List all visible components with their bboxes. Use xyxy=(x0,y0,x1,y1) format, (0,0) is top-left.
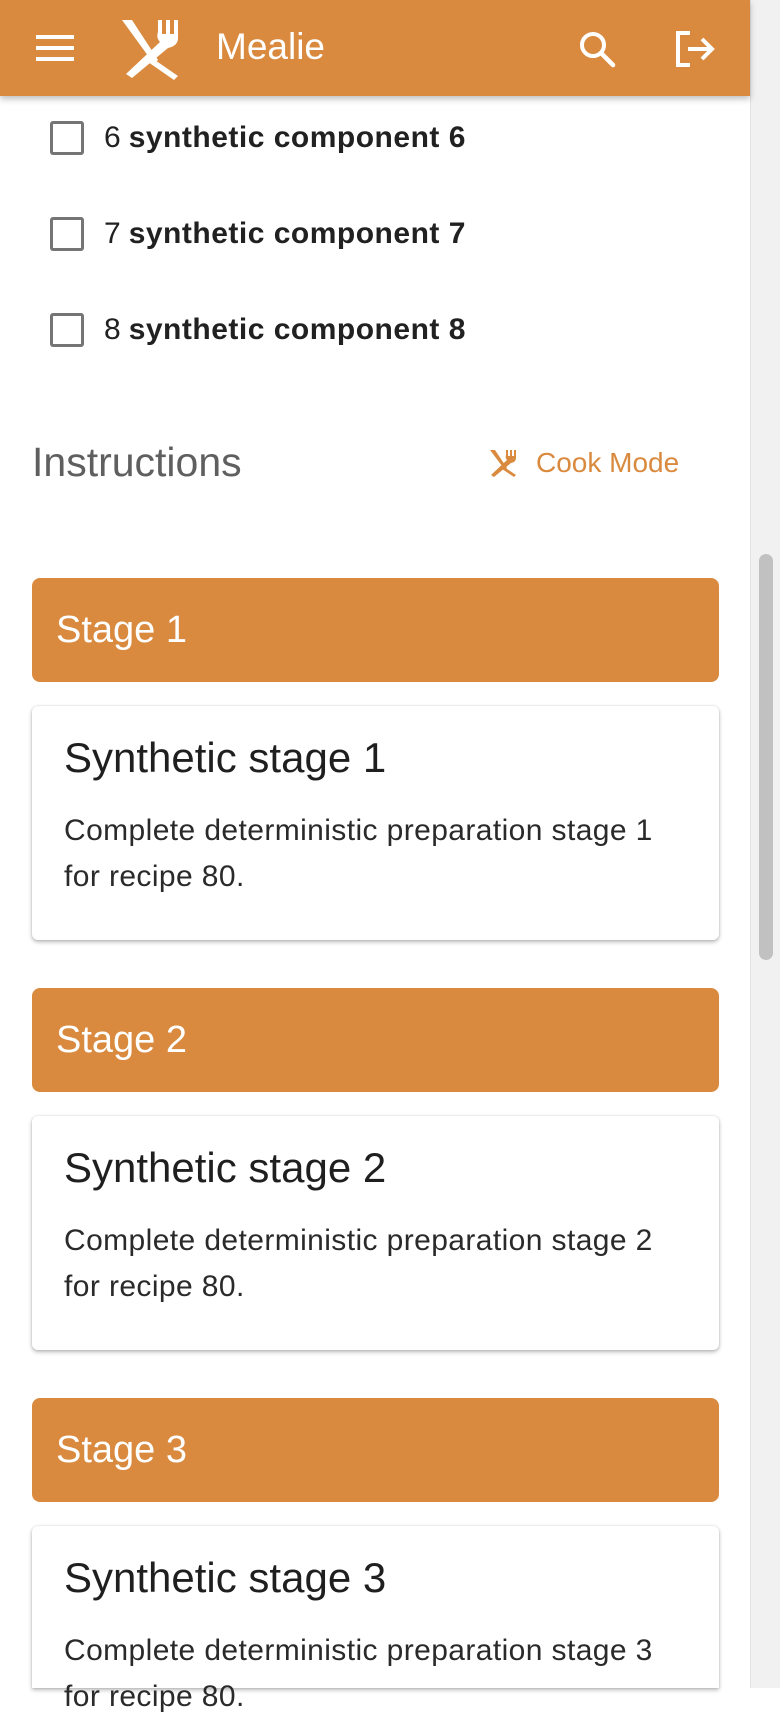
scrollbar-thumb[interactable] xyxy=(759,554,773,960)
ingredient-checkbox[interactable] xyxy=(50,217,84,251)
cook-mode-button[interactable]: Cook Mode xyxy=(488,440,679,486)
logout-icon xyxy=(676,31,715,67)
stage-header[interactable]: Stage 3 xyxy=(32,1398,719,1502)
stage-card[interactable]: Synthetic stage 1 Complete deterministic… xyxy=(32,706,719,940)
ingredient-item[interactable]: 7 synthetic component 7 xyxy=(50,214,466,254)
menu-button[interactable] xyxy=(30,26,80,70)
stage-title: Synthetic stage 3 xyxy=(64,1554,387,1601)
search-icon xyxy=(580,32,616,68)
app-logo[interactable] xyxy=(118,16,186,80)
stage-card[interactable]: Synthetic stage 3 Complete deterministic… xyxy=(32,1526,719,1713)
stage-title: Synthetic stage 2 xyxy=(64,1144,387,1191)
ingredient-checkbox[interactable] xyxy=(50,121,84,155)
ingredient-item[interactable]: 8 synthetic component 8 xyxy=(50,310,466,350)
stage-header[interactable]: Stage 1 xyxy=(32,578,719,682)
fork-knife-icon xyxy=(122,20,178,80)
stage-text: Complete deterministic preparation stage… xyxy=(64,1224,653,1303)
app-bar: Mealie xyxy=(0,0,750,96)
ingredient-name: synthetic component 7 xyxy=(128,217,466,250)
ingredient-text: 6 synthetic component 6 xyxy=(104,121,466,155)
fork-knife-icon xyxy=(490,450,516,477)
app-title: Mealie xyxy=(216,26,325,67)
ingredient-quantity: 7 xyxy=(104,217,121,250)
ingredient-item[interactable]: 6 synthetic component 6 xyxy=(50,118,466,158)
stage-text: Complete deterministic preparation stage… xyxy=(64,1634,653,1713)
ingredient-name: synthetic component 8 xyxy=(128,313,466,346)
ingredient-text: 8 synthetic component 8 xyxy=(104,313,466,347)
menu-icon xyxy=(36,35,74,61)
instructions-heading: Instructions xyxy=(32,439,242,485)
ingredient-text: 7 synthetic component 7 xyxy=(104,217,466,251)
ingredient-quantity: 6 xyxy=(104,121,121,154)
stage-card[interactable]: Synthetic stage 2 Complete deterministic… xyxy=(32,1116,719,1350)
logout-button[interactable] xyxy=(668,24,722,74)
stage-header[interactable]: Stage 2 xyxy=(32,988,719,1092)
ingredient-quantity: 8 xyxy=(104,313,121,346)
cook-mode-label: Cook Mode xyxy=(536,447,680,478)
ingredient-name: synthetic component 6 xyxy=(128,121,466,154)
stage-title: Synthetic stage 1 xyxy=(64,734,387,781)
search-button[interactable] xyxy=(572,24,622,74)
ingredient-checkbox[interactable] xyxy=(50,313,84,347)
stage-text: Complete deterministic preparation stage… xyxy=(64,814,653,893)
